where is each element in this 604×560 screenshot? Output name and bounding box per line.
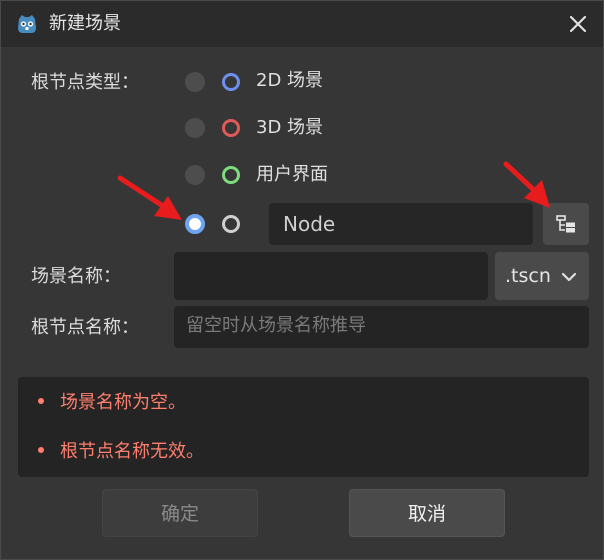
dialog-title: 新建场景: [49, 13, 121, 34]
cancel-button[interactable]: 取消: [349, 489, 505, 537]
new-scene-dialog: 新建场景 根节点类型： 2D 场景 3D 场景 用户界面 Node 场景名称： …: [0, 0, 604, 560]
control-icon: [222, 166, 240, 184]
radio-2d-scene[interactable]: [185, 72, 205, 92]
option-3d-label[interactable]: 3D 场景: [256, 116, 323, 140]
scene-name-label: 场景名称：: [31, 266, 121, 287]
chevron-down-icon: [561, 268, 577, 287]
extension-value: .tscn: [505, 265, 551, 287]
node-tree-icon: [556, 215, 575, 233]
root-name-input[interactable]: 留空时从场景名称推导: [174, 306, 589, 348]
option-2d-label[interactable]: 2D 场景: [256, 69, 323, 93]
root-name-label: 根节点名称：: [31, 317, 139, 338]
bullet-icon: [38, 447, 44, 453]
validation-panel: 场景名称为空。 根节点名称无效。: [18, 377, 589, 477]
bullet-icon: [38, 398, 44, 404]
node3d-icon: [222, 119, 240, 137]
godot-logo-icon: [15, 12, 39, 36]
error-message: 根节点名称无效。: [38, 440, 204, 464]
dialog-body: 根节点类型： 2D 场景 3D 场景 用户界面 Node 场景名称： .tscn…: [1, 47, 603, 559]
confirm-button[interactable]: 确定: [102, 489, 258, 537]
root-name-placeholder: 留空时从场景名称推导: [186, 315, 366, 336]
radio-custom-node[interactable]: [185, 214, 205, 234]
error-message: 场景名称为空。: [38, 391, 186, 415]
title-bar: 新建场景: [1, 1, 603, 47]
radio-3d-scene[interactable]: [185, 118, 205, 138]
annotation-arrow-icon: [117, 175, 182, 220]
node2d-icon: [222, 73, 240, 91]
option-ui-label[interactable]: 用户界面: [256, 163, 328, 187]
radio-user-interface[interactable]: [185, 165, 205, 185]
scene-name-input[interactable]: [174, 252, 488, 300]
extension-dropdown[interactable]: .tscn: [495, 252, 589, 300]
close-button[interactable]: [565, 11, 591, 37]
error-text: 场景名称为空。: [60, 392, 186, 413]
custom-node-type-value: Node: [283, 212, 336, 236]
annotation-arrow-icon: [503, 161, 550, 208]
node-icon: [222, 215, 240, 233]
custom-node-type-field[interactable]: Node: [269, 203, 533, 245]
error-text: 根节点名称无效。: [60, 441, 204, 462]
close-icon: [569, 15, 587, 33]
root-type-label: 根节点类型：: [31, 72, 139, 93]
